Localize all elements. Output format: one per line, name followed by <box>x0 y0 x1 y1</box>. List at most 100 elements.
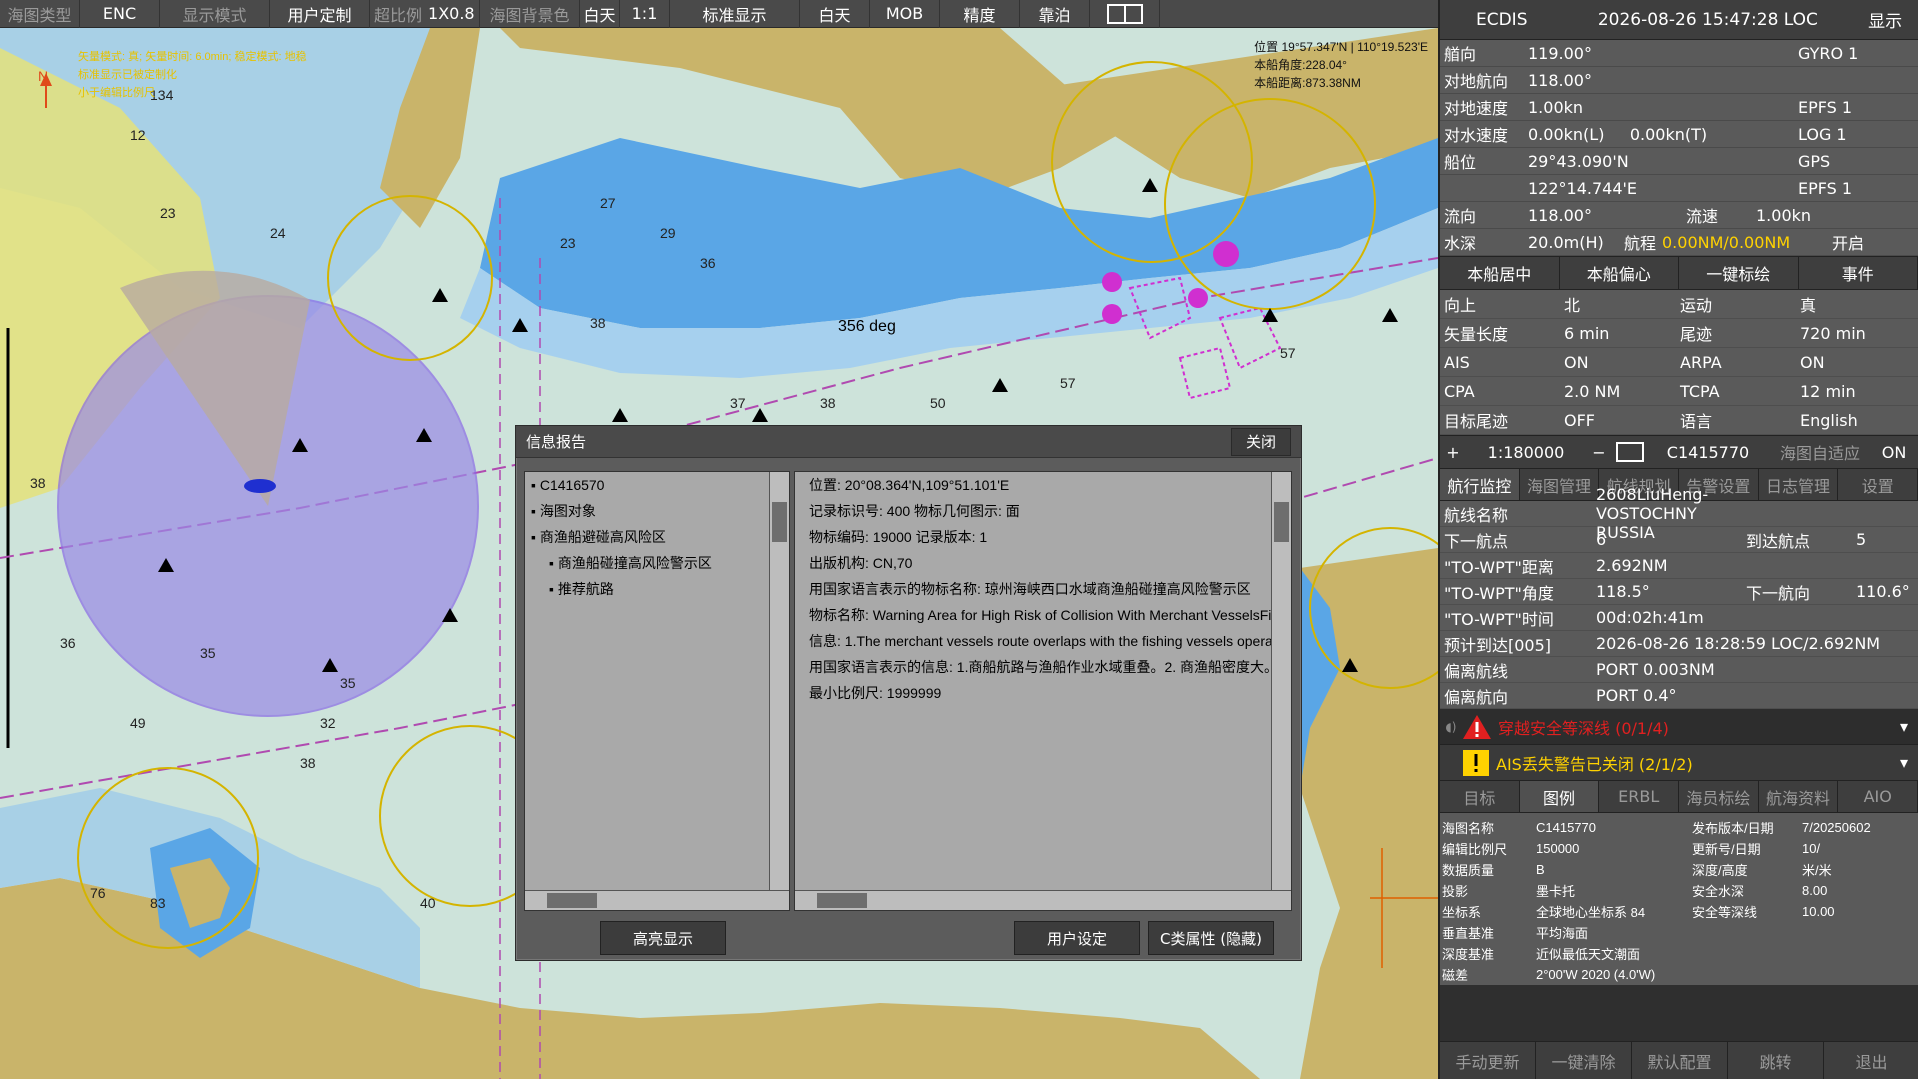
chevron-down-icon[interactable]: ▾ <box>1890 717 1918 736</box>
svg-text:38: 38 <box>30 475 46 491</box>
tab-erbl[interactable]: ERBL <box>1599 781 1680 812</box>
setting-value[interactable]: 真 <box>1800 292 1816 316</box>
scroll-thumb[interactable] <box>547 893 597 908</box>
zoom-in-button[interactable]: + <box>1440 443 1466 462</box>
detail-line: 用国家语言表示的物标名称: 琼州海峡西口水域商渔船碰撞高风险警示区 <box>809 581 1251 597</box>
tree-horizontal-scrollbar[interactable] <box>525 890 789 910</box>
svg-text:57: 57 <box>1280 345 1296 361</box>
event-button[interactable]: 事件 <box>1799 257 1918 289</box>
voyage-toggle[interactable]: 开启 <box>1832 230 1864 254</box>
clear-all-button[interactable]: 一键清除 <box>1536 1042 1632 1079</box>
scale-box-icon[interactable] <box>1612 442 1648 462</box>
current-speed-key: 流速 <box>1686 207 1719 226</box>
setting-value[interactable]: English <box>1800 411 1858 430</box>
tree-item[interactable]: ▪ 商渔船碰撞高风险警示区 <box>525 550 789 576</box>
exit-button[interactable]: 退出 <box>1824 1042 1918 1079</box>
display-button[interactable]: 显示 <box>1852 7 1918 32</box>
tree-item[interactable]: ▪ 商渔船避碰高风险区 <box>525 524 789 550</box>
detail-vertical-scrollbar[interactable] <box>1271 472 1291 890</box>
setting-value[interactable]: 6 min <box>1564 324 1680 343</box>
jump-button[interactable]: 跳转 <box>1728 1042 1824 1079</box>
setting-value[interactable]: 12 min <box>1800 382 1856 401</box>
tab-aio[interactable]: AIO <box>1838 781 1918 812</box>
route-key2: 到达航点 <box>1746 531 1811 551</box>
chart-bg-label: 海图背景色 <box>480 0 580 28</box>
nav-key: 对水速度 <box>1444 126 1509 145</box>
mob-button[interactable]: MOB <box>870 0 940 28</box>
setting-row: CPA 2.0 NM TCPA 12 min <box>1440 377 1918 406</box>
legend-row: 磁差 2°00'W 2020 (4.0'W) <box>1440 964 1918 985</box>
user-custom-button[interactable]: 用户定制 <box>270 0 370 28</box>
legend-key: 海图名称 <box>1442 821 1495 836</box>
legend-value: 米/米 <box>1802 863 1832 878</box>
legend-key: 坐标系 <box>1442 905 1482 920</box>
setting-value[interactable]: OFF <box>1564 411 1680 430</box>
legend-key: 磁差 <box>1442 968 1469 983</box>
user-settings-button[interactable]: 用户设定 <box>1014 921 1140 955</box>
quick-plot-button[interactable]: 一键标绘 <box>1679 257 1799 289</box>
docking-button[interactable]: 靠泊 <box>1020 0 1090 28</box>
precision-button[interactable]: 精度 <box>940 0 1020 28</box>
standard-display-button[interactable]: 标准显示 <box>670 0 800 28</box>
tab-nav-monitor[interactable]: 航行监控 <box>1440 469 1520 500</box>
daytime-button[interactable]: 白天 <box>580 0 620 28</box>
route-key: "TO-WPT"距离 <box>1444 557 1554 577</box>
center-ship-button[interactable]: 本船居中 <box>1440 257 1560 289</box>
tab-nautical-info[interactable]: 航海资料 <box>1759 781 1839 812</box>
highlight-button[interactable]: 高亮显示 <box>600 921 726 955</box>
route-row: "TO-WPT"时间 00d:02h:41m <box>1440 605 1918 631</box>
speaker-icon[interactable]: ◖) <box>1440 720 1462 734</box>
legend-value: 近似最低天文潮面 <box>1536 947 1641 962</box>
chart-type-menu[interactable]: 海图类型 <box>0 0 80 28</box>
default-config-button[interactable]: 默认配置 <box>1632 1042 1728 1079</box>
tab-settings[interactable]: 设置 <box>1838 469 1918 500</box>
dialog-titlebar[interactable]: 信息报告 关闭 <box>516 426 1301 458</box>
display-mode-menu[interactable]: 显示模式 <box>160 0 270 28</box>
manual-update-button[interactable]: 手动更新 <box>1440 1042 1536 1079</box>
alarm-row-ais[interactable]: AIS丢失警告已关闭 (2/1/2) ▾ <box>1440 745 1918 781</box>
tree-item[interactable]: ▪ 海图对象 <box>525 498 789 524</box>
tab-chart-management[interactable]: 海图管理 <box>1520 469 1600 500</box>
setting-key: 矢量长度 <box>1444 325 1509 344</box>
enc-button[interactable]: ENC <box>80 0 160 28</box>
class-c-attributes-button[interactable]: C类属性 (隐藏) <box>1148 921 1274 955</box>
tab-legend[interactable]: 图例 <box>1519 781 1600 812</box>
legend-value: 10/ <box>1802 841 1821 856</box>
tab-target[interactable]: 目标 <box>1440 781 1520 812</box>
tree-item[interactable]: ▪ 推荐航路 <box>525 576 789 602</box>
legend-key: 编辑比例尺 <box>1442 842 1508 857</box>
detail-horizontal-scrollbar[interactable] <box>795 890 1291 910</box>
scroll-thumb[interactable] <box>772 502 787 542</box>
chevron-down-icon[interactable]: ▾ <box>1890 753 1918 772</box>
setting-value[interactable]: ON <box>1564 353 1680 372</box>
auto-scale-toggle[interactable]: ON <box>1872 443 1916 462</box>
legend-row: 垂直基准 平均海面 <box>1440 922 1918 943</box>
split-window-icon[interactable] <box>1090 0 1160 28</box>
nav-source: LOG 1 <box>1798 124 1847 144</box>
scroll-thumb[interactable] <box>817 893 867 908</box>
setting-value[interactable]: ON <box>1800 353 1825 372</box>
setting-value[interactable]: 2.0 NM <box>1564 382 1680 401</box>
offset-ship-button[interactable]: 本船偏心 <box>1560 257 1679 289</box>
setting-value[interactable]: 720 min <box>1800 324 1866 343</box>
close-button[interactable]: 关闭 <box>1231 427 1291 456</box>
svg-text:23: 23 <box>560 235 576 251</box>
setting-value[interactable]: 北 <box>1564 292 1680 316</box>
zoom-out-button[interactable]: − <box>1586 443 1612 462</box>
tree-vertical-scrollbar[interactable] <box>769 472 789 890</box>
alarm-row-depth[interactable]: ◖) 穿越安全等深线 (0/1/4) ▾ <box>1440 709 1918 745</box>
route-row: 偏离航线 PORT 0.003NM <box>1440 657 1918 683</box>
daytime-palette-button[interactable]: 白天 <box>800 0 870 28</box>
ratio-button[interactable]: 1:1 <box>620 0 670 28</box>
overscale-value: 1X0.8 <box>428 4 475 23</box>
route-value: PORT 0.4° <box>1596 686 1677 705</box>
tree-item[interactable]: ▪ C1416570 <box>525 472 789 498</box>
scroll-thumb[interactable] <box>1274 502 1289 542</box>
route-key: 偏离航向 <box>1444 687 1509 707</box>
svg-text:83: 83 <box>150 895 166 911</box>
nav-value: 119.00° <box>1528 43 1592 63</box>
svg-text:35: 35 <box>200 645 216 661</box>
tab-mariner-plot[interactable]: 海员标绘 <box>1679 781 1759 812</box>
route-key2: 下一航向 <box>1746 583 1811 603</box>
tab-log-management[interactable]: 日志管理 <box>1759 469 1839 500</box>
